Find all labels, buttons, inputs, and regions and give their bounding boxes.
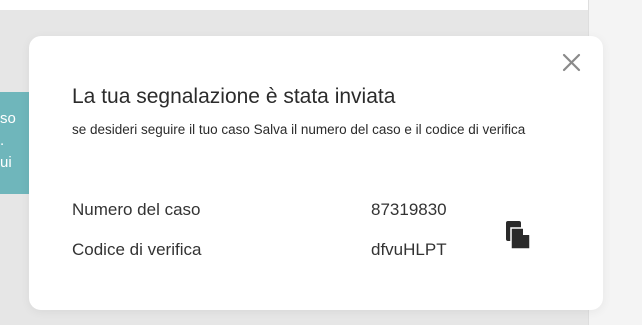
case-number-value: 87319830 [371, 200, 447, 219]
dialog-title: La tua segnalazione è stata inviata [72, 85, 396, 108]
background-text: . [0, 132, 5, 149]
close-button[interactable] [559, 50, 585, 76]
background-teal-panel: so . ui [0, 92, 30, 194]
verification-code-label: Codice di verifica [72, 240, 202, 259]
background-text: so [0, 110, 16, 127]
background-text: ui [0, 154, 12, 171]
close-icon[interactable] [559, 50, 585, 76]
verification-code-value: dfvuHLPT [371, 240, 447, 259]
case-number-label: Numero del caso [72, 200, 201, 219]
copy-button[interactable] [503, 218, 533, 252]
dialog-subtitle: se desideri seguire il tuo caso Salva il… [72, 122, 526, 137]
copy-icon[interactable] [503, 218, 533, 252]
case-submitted-dialog: La tua segnalazione è stata inviata se d… [29, 36, 603, 310]
